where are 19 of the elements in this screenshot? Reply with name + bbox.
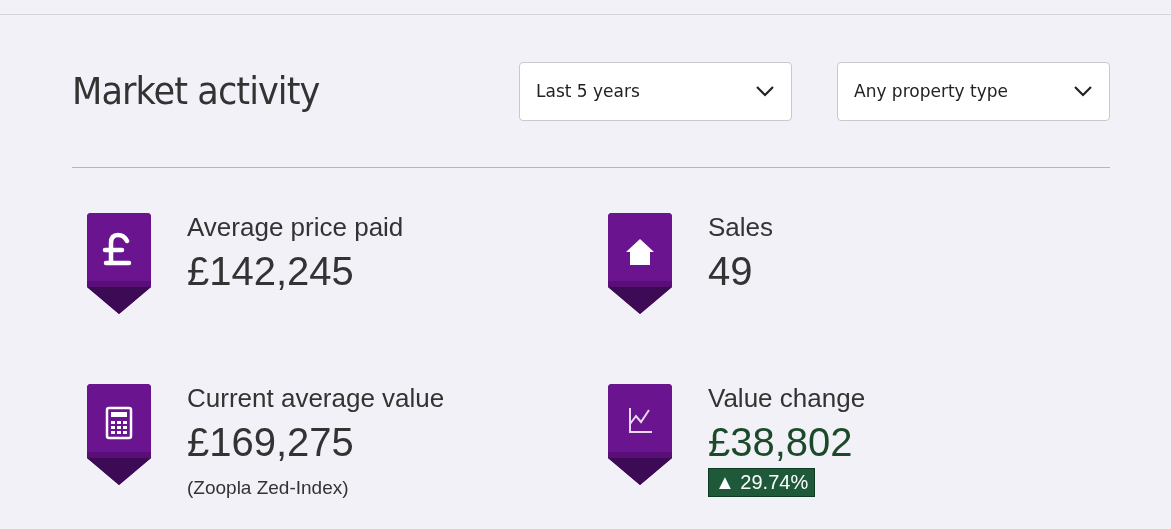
house-icon (608, 213, 672, 314)
source-note: (Zoopla Zed-Index) (187, 477, 350, 499)
stat-value: 49 (708, 249, 754, 294)
stat-label: Average price paid (187, 212, 404, 243)
change-badge: ▲ 29.74% (708, 468, 816, 497)
stat-value: £142,245 (187, 249, 355, 294)
filter-dropdown[interactable]: Any property type (837, 61, 1110, 121)
stat-label: Sales (708, 212, 774, 243)
stat-label: Value change (708, 383, 866, 414)
stat-value: £169,275 (187, 420, 355, 465)
pound-icon (87, 213, 151, 314)
line-chart-icon (608, 384, 672, 485)
chevron-down-icon (755, 85, 775, 97)
filter-dropdown[interactable]: Last 5 years (519, 61, 792, 121)
stat-value: £38,802 (708, 420, 854, 465)
section-title: Market activity (72, 69, 321, 113)
chevron-down-icon (1073, 85, 1093, 97)
calculator-icon (87, 384, 151, 485)
stat-label: Current average value (187, 383, 445, 414)
